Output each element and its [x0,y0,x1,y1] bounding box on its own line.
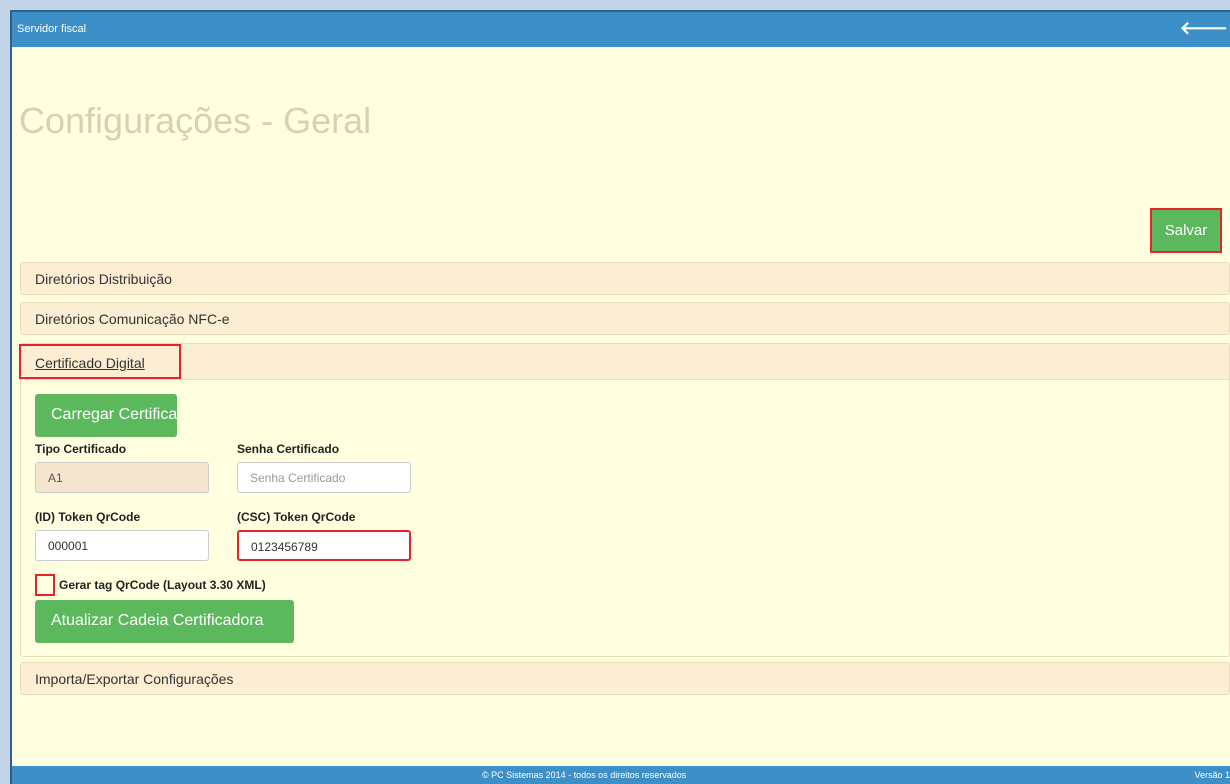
app-window: Servidor fiscal 🡐 Configurações - Geral … [10,10,1230,784]
qrcode-checkbox[interactable] [35,574,55,596]
arrow-left-icon[interactable]: 🡐 [1180,18,1228,39]
certificate-password-label: Senha Certificado [237,442,340,456]
token-id-input[interactable]: 000001 [35,530,209,561]
panel-header: Certificado Digital [19,344,1229,380]
certificate-type-field: A1 [35,462,209,493]
certificate-type-label: Tipo Certificado [35,442,127,456]
save-button[interactable]: Salvar [1150,208,1222,253]
page-title: Configurações - Geral [19,100,372,141]
footer: © PC Sistemas 2014 - todos os direitos r… [12,766,1230,784]
top-bar: Servidor fiscal 🡐 [12,12,1230,47]
panel-importa-exportar[interactable]: Importa/Exportar Configurações [20,662,1230,695]
app-title: Servidor fiscal [17,23,87,35]
update-chain-button[interactable]: Atualizar Cadeia Certificadora [35,600,294,643]
version-text: Versão 1 [1194,770,1230,780]
certificado-digital-link[interactable]: Certificado Digital [19,344,181,379]
copyright-text: © PC Sistemas 2014 - todos os direitos r… [482,770,687,780]
qrcode-checkbox-label: Gerar tag QrCode (Layout 3.30 XML) [59,578,266,592]
certificate-password-input[interactable]: Senha Certificado [237,462,411,493]
panel-certificado-digital: Certificado Digital Carregar Certifica T… [19,343,1230,657]
token-csc-label: (CSC) Token QrCode [237,510,356,524]
token-id-label: (ID) Token QrCode [35,510,141,524]
panel-diretorios-distribuicao[interactable]: Diretórios Distribuição [20,262,1230,295]
token-csc-input[interactable]: 0123456789 [237,530,411,561]
load-certificate-button[interactable]: Carregar Certifica [35,394,177,437]
panel-diretorios-comunicacao[interactable]: Diretórios Comunicação NFC-e [20,302,1230,335]
